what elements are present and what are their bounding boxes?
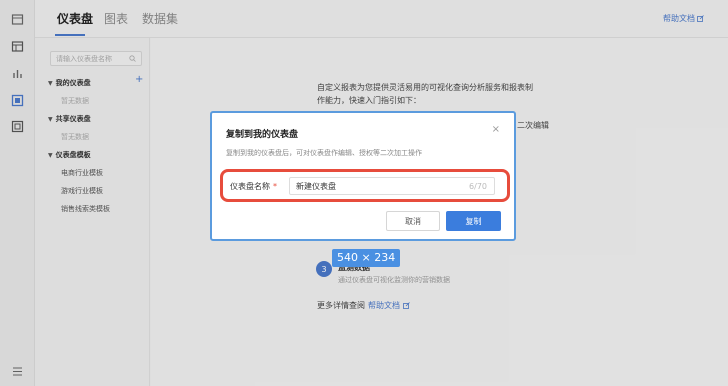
required-mark: * (273, 182, 277, 191)
field-label-text: 仪表盘名称 (230, 182, 270, 191)
dialog-title: 复制到我的仪表盘 (226, 130, 299, 140)
cancel-button[interactable]: 取消 (386, 211, 440, 231)
dialog-description: 复制到我的仪表盘后，可对仪表盘作编辑、授权等二次加工操作 (226, 149, 422, 157)
dashboard-name-input[interactable]: 新建仪表盘 6/70 (289, 177, 495, 195)
char-counter: 6/70 (469, 182, 487, 191)
copy-dashboard-dialog: 复制到我的仪表盘 × 复制到我的仪表盘后，可对仪表盘作编辑、授权等二次加工操作 … (210, 111, 516, 241)
size-badge: 540 × 234 (332, 249, 401, 267)
input-value: 新建仪表盘 (296, 182, 336, 191)
dashboard-name-label: 仪表盘名称 * (230, 181, 277, 192)
dashboard-name-field-highlight: 仪表盘名称 * 新建仪表盘 6/70 (220, 169, 510, 202)
close-icon[interactable]: × (492, 124, 500, 135)
copy-button[interactable]: 复制 (446, 211, 501, 231)
